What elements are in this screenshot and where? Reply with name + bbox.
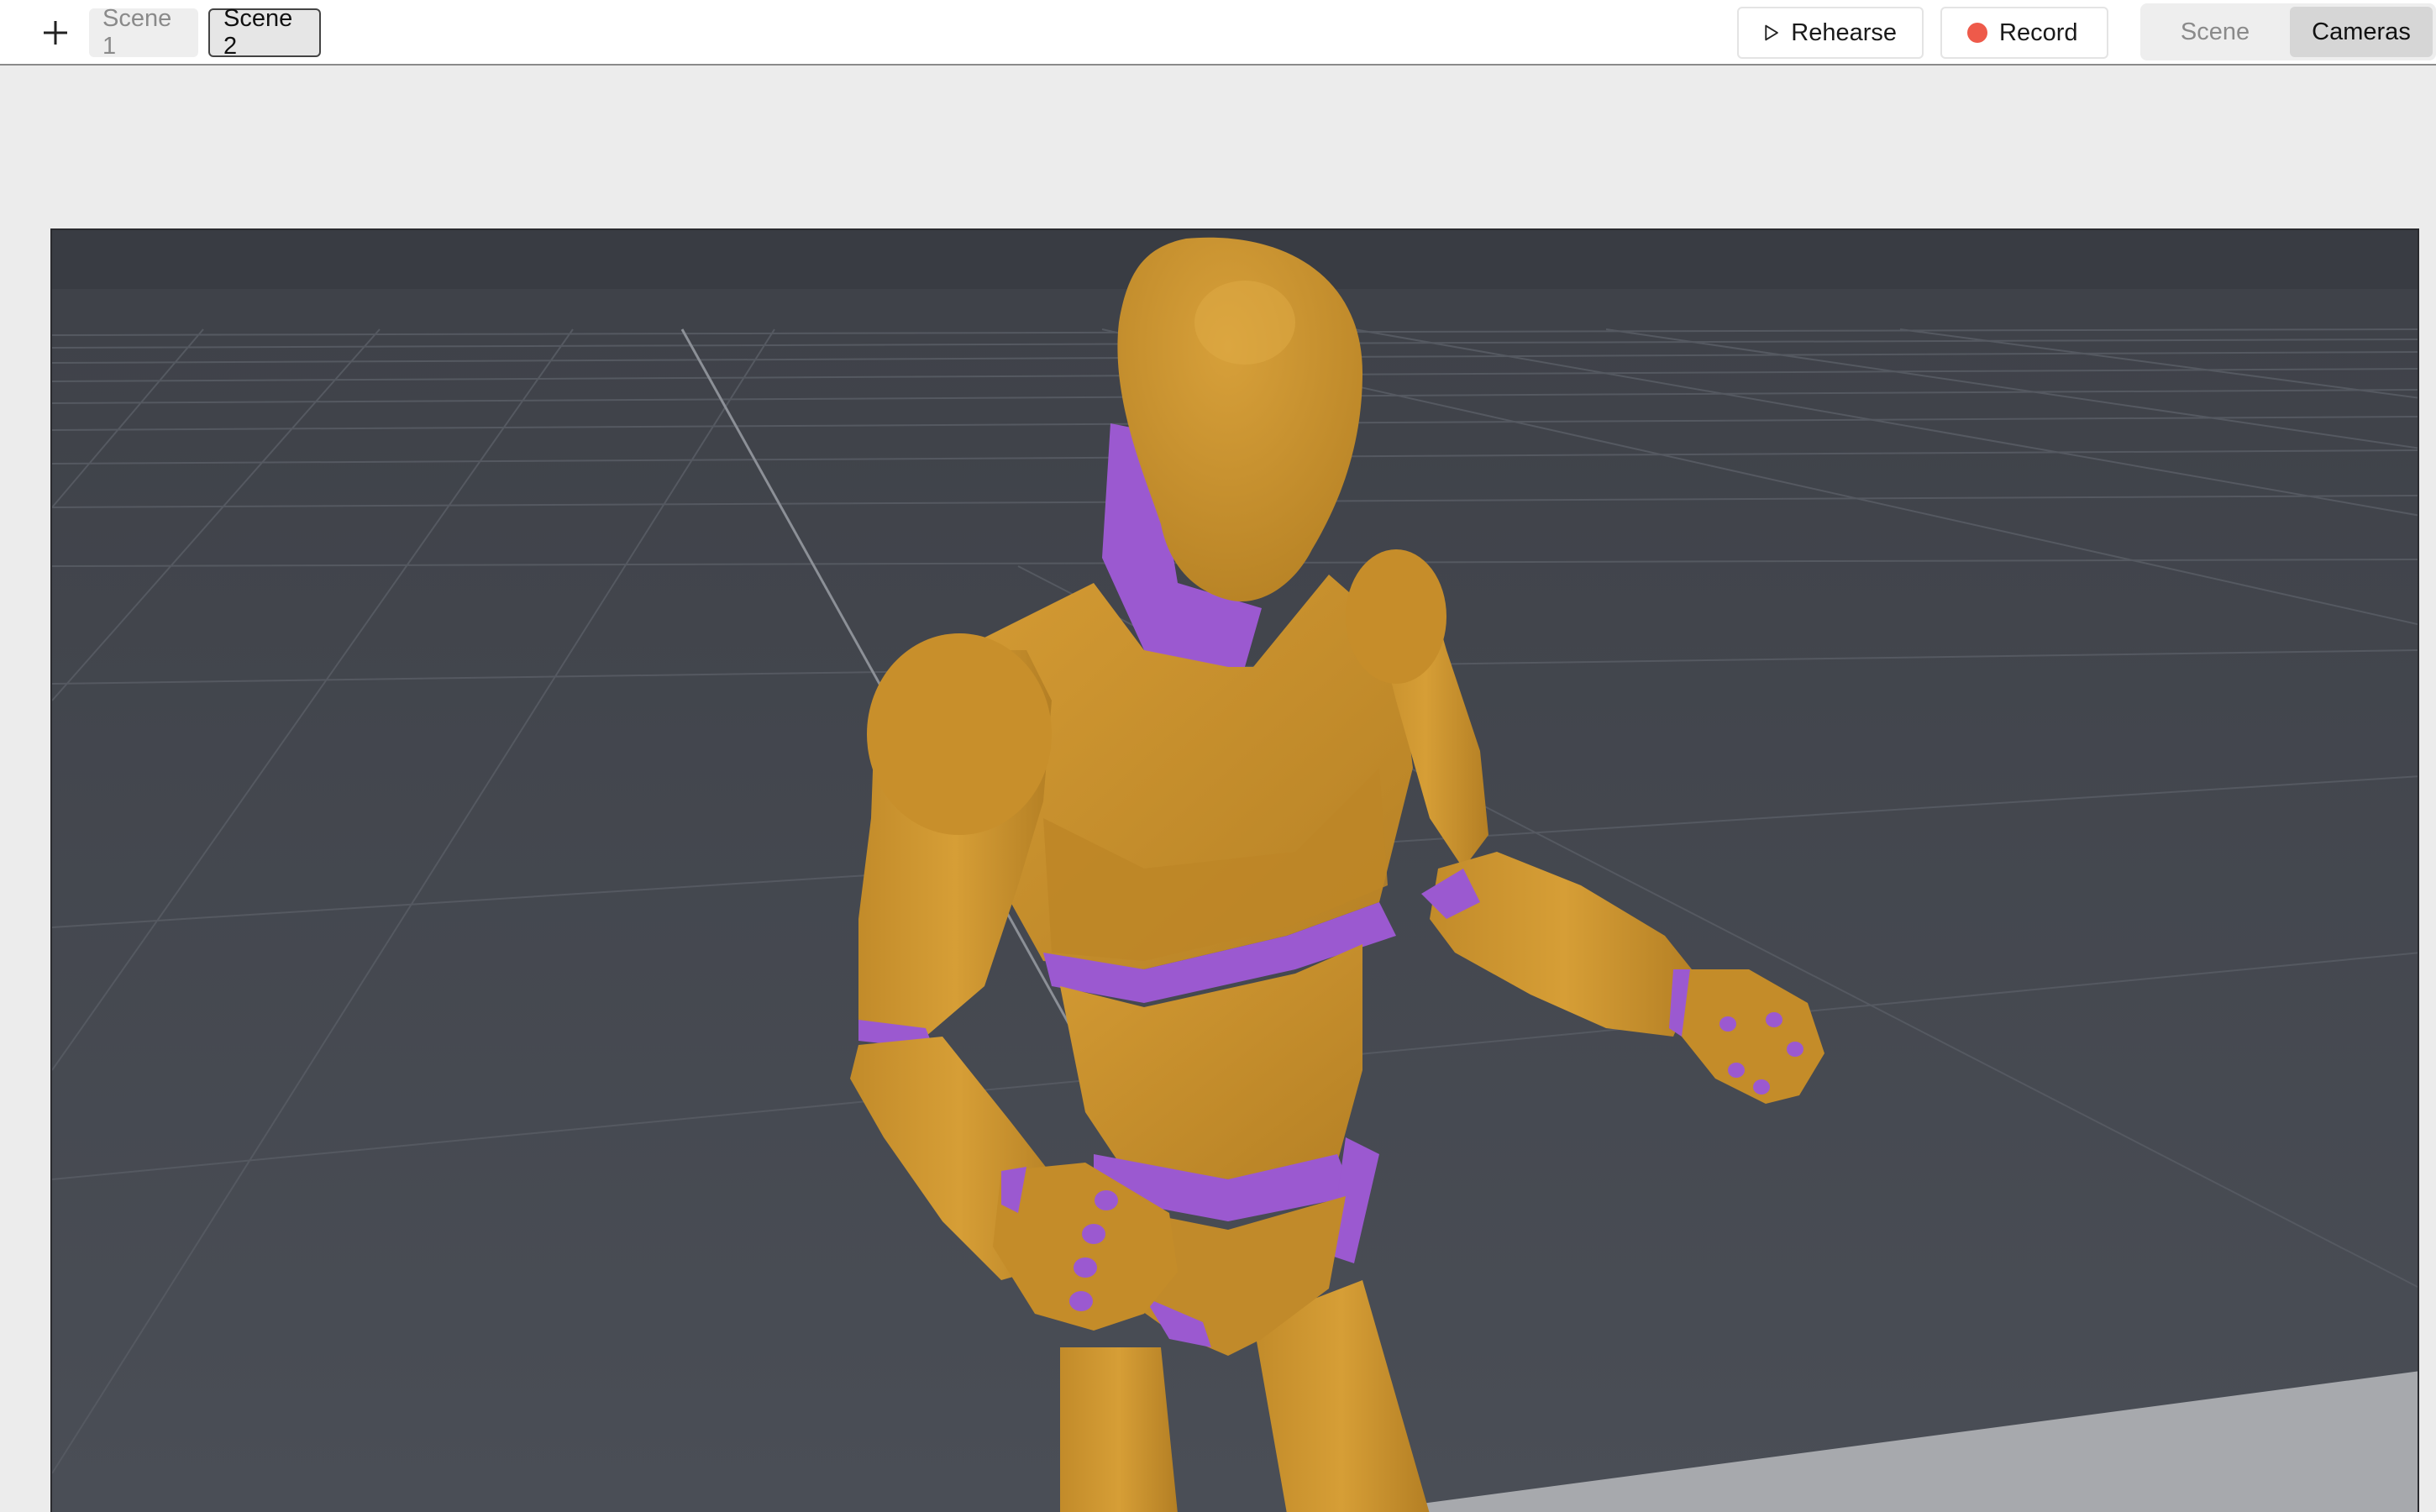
add-scene-button[interactable] xyxy=(34,13,77,52)
3d-viewport[interactable] xyxy=(50,228,2419,1512)
toggle-scene-label: Scene xyxy=(2180,18,2250,45)
tab-scene-2[interactable]: Scene 2 xyxy=(208,5,321,60)
rehearse-label: Rehearse xyxy=(1791,18,1897,46)
top-toolbar: Scene 1 Scene 2 Rehearse Record Scene Ca… xyxy=(0,0,2436,66)
rehearse-button[interactable]: Rehearse xyxy=(1737,7,1924,59)
viewport-canvas xyxy=(52,230,2418,1512)
tab-scene-1-label: Scene 1 xyxy=(102,5,172,60)
record-dot-icon xyxy=(1967,23,1987,43)
tab-scene-2-label: Scene 2 xyxy=(223,5,293,60)
plus-icon xyxy=(44,21,67,45)
tab-scene-1[interactable]: Scene 1 xyxy=(89,5,198,60)
toggle-cameras-label: Cameras xyxy=(2312,18,2411,45)
record-button[interactable]: Record xyxy=(1940,7,2108,59)
record-label: Record xyxy=(1999,18,2078,46)
toggle-cameras[interactable]: Cameras xyxy=(2290,7,2433,57)
view-toggle: Scene Cameras xyxy=(2140,3,2436,60)
toggle-scene[interactable]: Scene xyxy=(2144,7,2286,57)
play-icon xyxy=(1765,24,1778,41)
